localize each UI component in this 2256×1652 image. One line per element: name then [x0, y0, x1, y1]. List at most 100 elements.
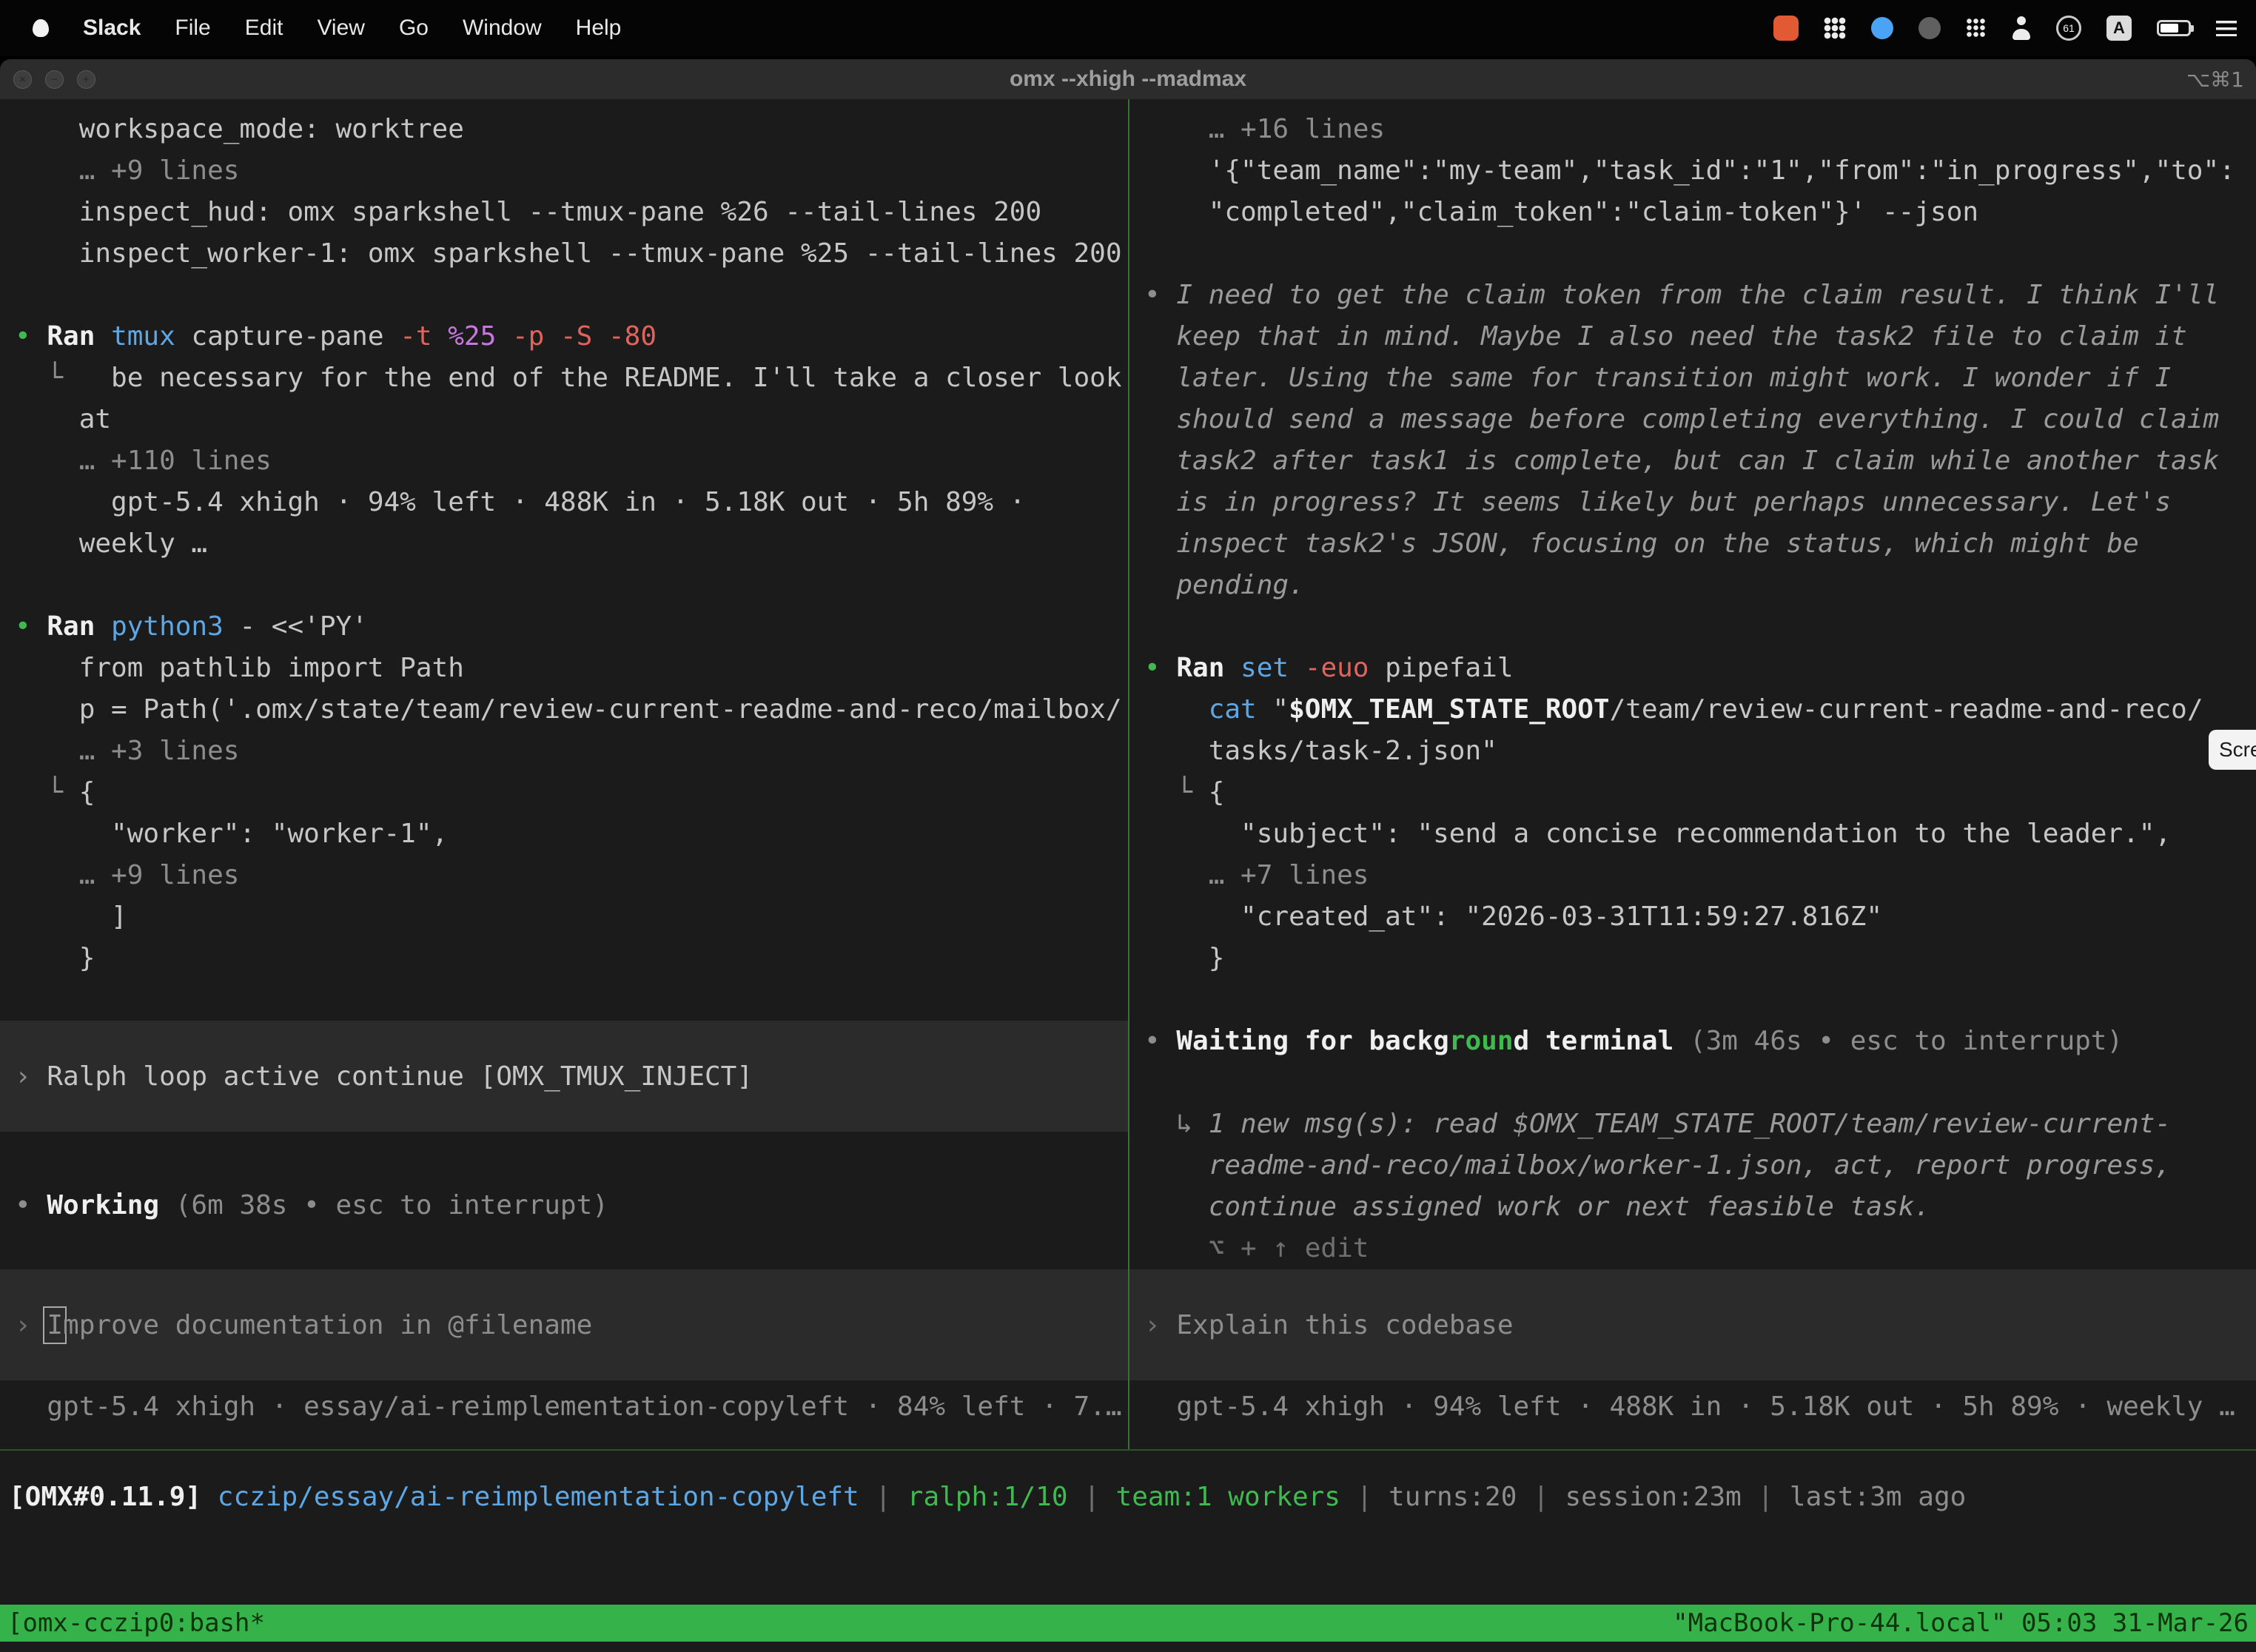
text-segment: inspect_worker-1: omx sparkshell --tmux-…: [15, 238, 1122, 269]
prompt-input-row[interactable]: › Improve documentation in @filename: [0, 1269, 1128, 1380]
text-segment: ralph:1/10: [907, 1482, 1068, 1512]
prompt-input-row[interactable]: › Ralph loop active continue [OMX_TMUX_I…: [0, 1021, 1128, 1132]
terminal-line: tasks/task-2.json": [1129, 731, 2256, 772]
blank-line: [1129, 606, 2256, 648]
screen-recording-indicator-icon[interactable]: [1773, 16, 1799, 41]
text-segment: gpt-5.4 xhigh · 94% left · 488K in · 5.1…: [15, 487, 1025, 517]
text-segment: task2 after task1 is complete, but can I…: [1144, 446, 2219, 476]
text-segment: -t: [400, 321, 448, 352]
text-segment: is in progress? It seems likely but perh…: [1144, 487, 2171, 517]
blue-app-icon[interactable]: [1871, 17, 1893, 39]
text-segment: … +110 lines: [15, 446, 272, 476]
text-segment: Explain this codebase: [1176, 1310, 1513, 1340]
text-segment: gpt-5.4 xhigh · 94% left · 488K in · 5.1…: [1144, 1391, 2235, 1422]
text-segment: |: [1742, 1482, 1790, 1512]
terminal-line: '{"team_name":"my-team","task_id":"1","f…: [1129, 150, 2256, 192]
terminal-line: … +9 lines: [0, 855, 1128, 896]
text-segment: [201, 1482, 218, 1512]
menu-item-window[interactable]: Window: [463, 16, 542, 41]
active-app-name[interactable]: Slack: [83, 16, 141, 41]
text-segment: {: [1209, 777, 1225, 807]
menu-lines-icon[interactable]: [2216, 21, 2237, 36]
menu-items: File Edit View Go Window Help: [175, 16, 621, 41]
text-segment: should send a message before completing …: [1144, 404, 2219, 434]
text-segment: [OMX#0.11.9]: [9, 1482, 201, 1512]
terminal-line: "worker": "worker-1",: [0, 813, 1128, 855]
text-segment: … +16 lines: [1144, 114, 1385, 144]
text-segment: "subject": "send a concise recommendatio…: [1144, 819, 2171, 849]
terminal-line: should send a message before completing …: [1129, 399, 2256, 440]
text-segment: continue assigned work or next feasible …: [1144, 1192, 1930, 1222]
terminal-line: pending.: [1129, 565, 2256, 606]
terminal-line: continue assigned work or next feasible …: [1129, 1186, 2256, 1228]
terminal-line: gpt-5.4 xhigh · essay/ai-reimplementatio…: [0, 1386, 1128, 1428]
window-titlebar[interactable]: × − + omx --xhigh --madmax ⌥⌘1: [0, 59, 2256, 99]
text-segment: %25: [448, 321, 512, 352]
dark-app-icon[interactable]: [1918, 17, 1941, 39]
text-segment: └: [1144, 777, 1209, 807]
left-terminal-pane[interactable]: workspace_mode: worktree … +9 lines insp…: [0, 99, 1128, 1449]
text-segment: mprove documentation in @filename: [63, 1310, 592, 1340]
text-segment: Ran: [47, 611, 111, 642]
cursor: I: [47, 1310, 63, 1340]
right-terminal-pane[interactable]: … +16 lines '{"team_name":"my-team","tas…: [1129, 99, 2256, 1449]
blank-line: [0, 979, 1128, 1021]
text-segment: weekly …: [15, 528, 207, 559]
prompt-input-row[interactable]: › Explain this codebase: [1129, 1269, 2256, 1380]
window-title: omx --xhigh --madmax: [0, 67, 2256, 92]
text-segment: … +3 lines: [15, 736, 239, 766]
text-segment: |: [1340, 1482, 1389, 1512]
text-segment: ⌥ + ↑ edit: [1144, 1233, 1369, 1263]
text-segment: -euo: [1305, 653, 1385, 683]
text-segment: inspect_hud: omx sparkshell --tmux-pane …: [15, 197, 1041, 227]
tmux-host-clock: "MacBook-Pro-44.local" 05:03 31-Mar-26: [1673, 1608, 2249, 1638]
text-segment: … +7 lines: [1144, 860, 1369, 890]
terminal-line: cat "$OMX_TEAM_STATE_ROOT/team/review-cu…: [1129, 689, 2256, 731]
text-segment: turns:20: [1389, 1482, 1517, 1512]
close-button[interactable]: ×: [13, 70, 32, 89]
text-segment: cat: [1209, 694, 1273, 725]
menu-item-edit[interactable]: Edit: [245, 16, 283, 41]
text-segment: team:1 workers: [1116, 1482, 1340, 1512]
menu-item-file[interactable]: File: [175, 16, 210, 41]
dot-grid-icon[interactable]: [1966, 18, 1987, 38]
grid-app-icon[interactable]: [1824, 17, 1846, 39]
terminal-line: readme-and-reco/mailbox/worker-1.json, a…: [1129, 1145, 2256, 1186]
text-segment: cczip/essay/ai-reimplementation-copyleft: [218, 1482, 859, 1512]
terminal-line: inspect task2's JSON, focusing on the st…: [1129, 523, 2256, 565]
text-segment: |: [1517, 1482, 1565, 1512]
text-segment: }: [15, 943, 95, 973]
screenshot-overlay[interactable]: Scre: [2209, 730, 2256, 770]
text-segment: capture-pane: [191, 321, 400, 352]
text-segment: tmux: [111, 321, 191, 352]
terminal-line: is in progress? It seems likely but perh…: [1129, 482, 2256, 523]
terminal-window: × − + omx --xhigh --madmax ⌥⌘1 workspace…: [0, 59, 2256, 1652]
minimize-button[interactable]: −: [45, 70, 64, 89]
zoom-button[interactable]: +: [77, 70, 95, 89]
battery-icon[interactable]: [2157, 20, 2191, 36]
menu-item-view[interactable]: View: [317, 16, 364, 41]
text-segment: roun: [1449, 1026, 1514, 1056]
terminal-line: weekly …: [0, 523, 1128, 565]
screenshot-overlay-label: Scre: [2219, 738, 2256, 762]
menu-item-help[interactable]: Help: [576, 16, 622, 41]
input-source-icon[interactable]: A: [2106, 16, 2132, 41]
terminal-line: ⌥ + ↑ edit: [1129, 1228, 2256, 1269]
text-segment: ↳: [1144, 1109, 1209, 1139]
person-app-icon[interactable]: [2012, 16, 2031, 40]
terminal-line: gpt-5.4 xhigh · 94% left · 488K in · 5.1…: [1129, 1386, 2256, 1428]
terminal-line: workspace_mode: worktree: [0, 109, 1128, 150]
text-segment: last:3m ago: [1790, 1482, 1966, 1512]
text-segment: I need to get the claim token from the c…: [1176, 280, 2219, 310]
menu-item-go[interactable]: Go: [399, 16, 429, 41]
apple-menu-icon[interactable]: [33, 19, 49, 37]
terminal-line: }: [0, 938, 1128, 979]
blank-line: [1129, 1062, 2256, 1104]
battery-gauge-icon[interactable]: 61: [2056, 16, 2081, 41]
text-segment: ": [1272, 694, 1289, 725]
text-segment: from pathlib import Path: [15, 653, 464, 683]
text-segment: inspect task2's JSON, focusing on the st…: [1144, 528, 2139, 559]
text-segment: •: [1144, 653, 1176, 683]
text-segment: •: [15, 1190, 47, 1220]
text-segment: at: [15, 404, 111, 434]
